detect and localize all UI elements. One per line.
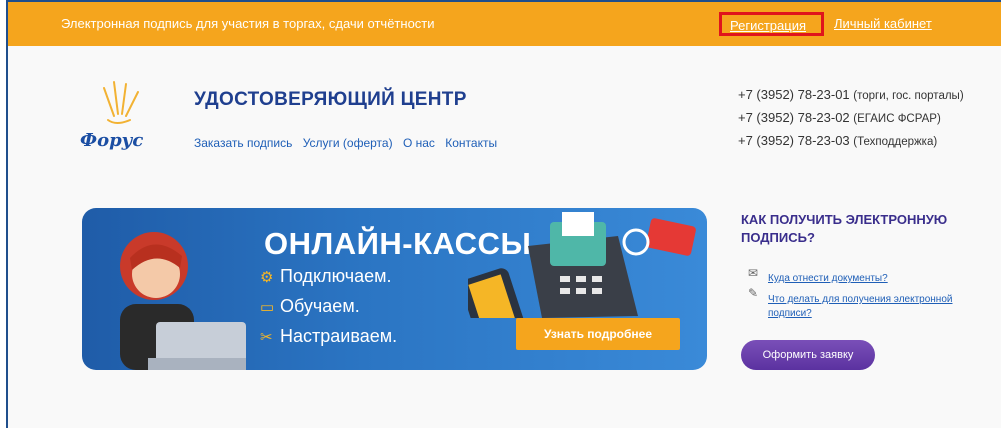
- top-tagline: Электронная подпись для участия в торгах…: [61, 16, 435, 31]
- side-title: КАК ПОЛУЧИТЬ ЭЛЕКТРОННУЮ ПОДПИСЬ?: [741, 212, 948, 245]
- phone-list: +7 (3952) 78-23-01 (торги, гос. порталы)…: [738, 84, 964, 153]
- what-to-do-link[interactable]: Что делать для получения электронной под…: [768, 293, 988, 321]
- woman-illustration-icon: [120, 232, 246, 370]
- monitor-icon: ▭: [260, 299, 275, 316]
- nav-contacts[interactable]: Контакты: [445, 136, 497, 150]
- register-link[interactable]: Регистрация: [730, 18, 806, 33]
- phone-line: +7 (3952) 78-23-01 (торги, гос. порталы): [738, 87, 964, 102]
- nav-order-signature[interactable]: Заказать подпись: [194, 136, 292, 150]
- register-highlight-box: Регистрация: [719, 12, 824, 36]
- phone-line: +7 (3952) 78-23-03 (Техподдержка): [738, 133, 938, 148]
- nav-about[interactable]: О нас: [403, 136, 435, 150]
- page-title: УДОСТОВЕРЯЮЩИЙ ЦЕНТР: [194, 89, 467, 110]
- learn-more-button[interactable]: Узнать подробнее: [516, 318, 680, 350]
- order-application-button[interactable]: Оформить заявку: [741, 340, 875, 370]
- page-frame: Электронная подпись для участия в торгах…: [6, 0, 1001, 428]
- personal-cabinet-link[interactable]: Личный кабинет: [834, 16, 932, 31]
- cash-terminal-icon: [468, 212, 696, 318]
- banner-item: ✂ Настраиваем.: [260, 326, 398, 346]
- phone-line: +7 (3952) 78-23-02 (ЕГАИС ФСРАР): [738, 110, 941, 125]
- top-bar: Электронная подпись для участия в торгах…: [8, 2, 1001, 46]
- document-icon: ✉: [748, 266, 759, 280]
- nav-services[interactable]: Услуги (оферта): [303, 136, 393, 150]
- banner-item: ⚙ Подключаем.: [260, 266, 392, 286]
- tools-icon: ✂: [260, 329, 273, 346]
- online-kassa-banner[interactable]: ОНЛАЙН-КАССЫ ⚙ Подключаем. ▭ Обучаем. ✂ Нас…: [82, 208, 707, 370]
- banner-item: ▭ Обучаем.: [260, 296, 360, 316]
- pen-icon: ✎: [748, 286, 759, 300]
- where-docs-link[interactable]: Куда отнести документы?: [768, 272, 988, 286]
- main-nav: Заказать подпись Услуги (оферта) О нас К…: [194, 136, 504, 150]
- gear-icon: ⚙: [260, 269, 274, 286]
- logo-text: Форус: [80, 130, 144, 151]
